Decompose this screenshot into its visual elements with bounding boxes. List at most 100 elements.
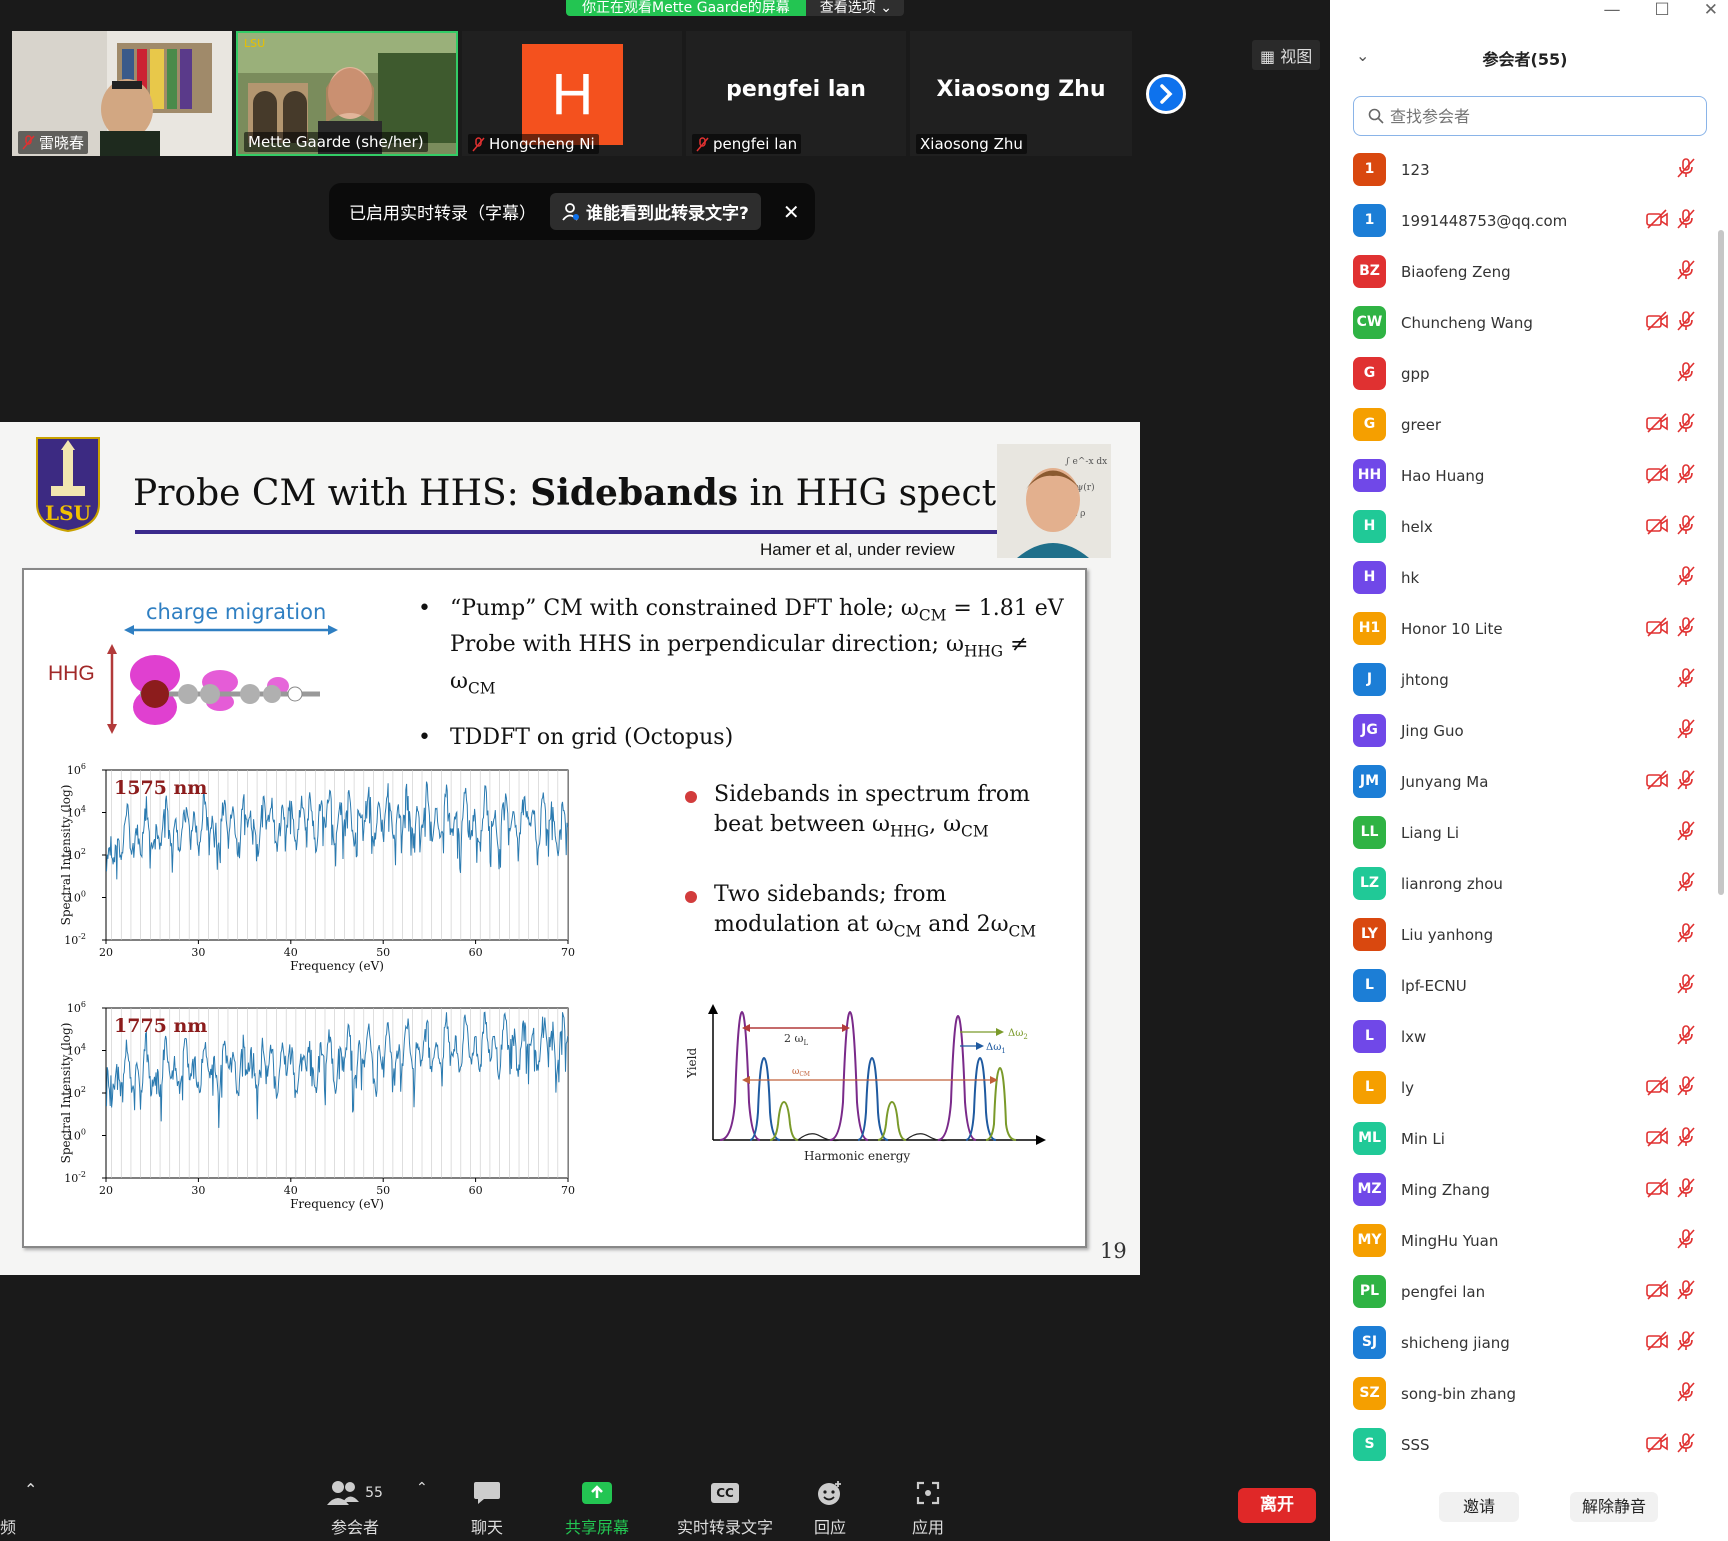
video-off-icon[interactable] <box>1646 1126 1668 1151</box>
video-tile[interactable]: LSU Mette Gaarde (she/her) <box>236 31 458 156</box>
video-off-icon[interactable] <box>1646 1279 1668 1304</box>
bullet-text: beat between ω <box>714 812 890 837</box>
participant-row[interactable]: ML Min Li <box>1330 1113 1728 1164</box>
mic-off-icon[interactable] <box>1676 1432 1696 1458</box>
participant-row[interactable]: SZ song-bin zhang <box>1330 1368 1728 1419</box>
participant-row[interactable]: MZ Ming Zhang <box>1330 1164 1728 1215</box>
video-tile[interactable]: pengfei lan pengfei lan <box>686 31 906 156</box>
close-icon[interactable]: ✕ <box>783 200 800 224</box>
mic-off-icon[interactable] <box>1676 718 1696 744</box>
svg-text:Δω1: Δω1 <box>986 1042 1006 1055</box>
mic-off-icon[interactable] <box>1676 1126 1696 1152</box>
video-tile[interactable]: 雷晓春 <box>12 31 232 156</box>
participant-row[interactable]: S SSS <box>1330 1419 1728 1470</box>
participant-row[interactable]: Ggreer <box>1330 399 1728 450</box>
apps-button[interactable]: 应用 <box>873 1476 983 1538</box>
who-can-see-button[interactable]: 谁能看到此转录文字? <box>550 193 761 230</box>
participant-row[interactable]: BZ Biaofeng Zeng <box>1330 246 1728 297</box>
view-options-button[interactable]: 查看选项 ⌄ <box>805 0 904 16</box>
video-off-icon[interactable] <box>1646 616 1668 641</box>
mic-off-icon[interactable] <box>1676 820 1696 846</box>
video-off-icon[interactable] <box>1646 310 1668 335</box>
participant-row[interactable]: LZ lianrong zhou <box>1330 858 1728 909</box>
toolbar-chevron-up-icon[interactable]: ⌃ <box>24 1480 37 1499</box>
mic-off-icon[interactable] <box>1676 1279 1696 1305</box>
live-transcript-button[interactable]: CC 实时转录文字 <box>660 1476 790 1538</box>
view-button[interactable]: ▦ 视图 <box>1252 40 1321 70</box>
unmute-me-button[interactable]: 解除静音 <box>1570 1492 1658 1522</box>
video-off-icon[interactable] <box>1646 769 1668 794</box>
participant-row[interactable]: Hhk <box>1330 552 1728 603</box>
close-window-icon[interactable]: ✕ <box>1704 0 1718 20</box>
mic-off-icon[interactable] <box>1676 973 1696 999</box>
leave-button[interactable]: 离开 <box>1238 1488 1316 1523</box>
video-off-icon[interactable] <box>1646 1330 1668 1355</box>
video-off-icon[interactable] <box>1646 1432 1668 1457</box>
mic-off-icon[interactable] <box>1676 157 1696 183</box>
mic-off-icon[interactable] <box>1676 412 1696 438</box>
mic-off-icon[interactable] <box>1676 1381 1696 1407</box>
mic-off-icon[interactable] <box>1676 769 1696 795</box>
participant-row[interactable]: 1 1991448753@qq.com <box>1330 195 1728 246</box>
video-off-icon[interactable] <box>1646 463 1668 488</box>
participant-search[interactable] <box>1353 96 1707 136</box>
reactions-button[interactable]: 回应 <box>775 1476 885 1538</box>
participant-row[interactable]: LL Liang Li <box>1330 807 1728 858</box>
mic-off-icon[interactable] <box>1676 1177 1696 1203</box>
mic-off-icon[interactable] <box>1676 259 1696 285</box>
participant-row[interactable]: Llpf-ECNU <box>1330 960 1728 1011</box>
search-input[interactable] <box>1390 106 1670 126</box>
mic-off-icon[interactable] <box>1676 208 1696 234</box>
mic-off-icon[interactable] <box>1676 361 1696 387</box>
mic-off-icon[interactable] <box>1676 922 1696 948</box>
video-off-icon[interactable] <box>1646 412 1668 437</box>
chat-button[interactable]: 聊天 <box>432 1476 542 1538</box>
participant-row[interactable]: MY MingHu Yuan <box>1330 1215 1728 1266</box>
video-off-icon[interactable] <box>1646 1075 1668 1100</box>
maximize-icon[interactable]: ☐ <box>1655 0 1670 20</box>
minimize-icon[interactable]: — <box>1604 0 1621 20</box>
participant-row[interactable]: CW Chuncheng Wang <box>1330 297 1728 348</box>
mic-off-icon[interactable] <box>1676 565 1696 591</box>
mic-off-icon[interactable] <box>1676 616 1696 642</box>
mic-off-icon[interactable] <box>1676 1075 1696 1101</box>
participant-row[interactable]: 1 123 <box>1330 144 1728 195</box>
video-off-icon[interactable] <box>1646 208 1668 233</box>
participant-row[interactable]: Ggpp <box>1330 348 1728 399</box>
share-screen-label: 共享屏幕 <box>564 1518 629 1537</box>
video-off-icon[interactable] <box>1646 514 1668 539</box>
participants-chevron-up-icon[interactable]: ⌃ <box>416 1480 428 1496</box>
video-off-icon[interactable] <box>1646 1177 1668 1202</box>
participant-avatar: LL <box>1353 816 1386 849</box>
mic-off-icon[interactable] <box>1676 1330 1696 1356</box>
participants-button[interactable]: 55 参会者 <box>300 1476 410 1538</box>
participant-row[interactable]: Lly <box>1330 1062 1728 1113</box>
participant-row[interactable]: PL pengfei lan <box>1330 1266 1728 1317</box>
mic-off-icon[interactable] <box>1676 871 1696 897</box>
video-tile[interactable]: H Hongcheng Ni <box>462 31 682 156</box>
participants-icon <box>327 1481 360 1505</box>
participant-row[interactable]: Jjhtong <box>1330 654 1728 705</box>
video-tile[interactable]: Xiaosong Zhu Xiaosong Zhu <box>910 31 1132 156</box>
participant-row[interactable]: JG Jing Guo <box>1330 705 1728 756</box>
next-page-button[interactable] <box>1146 74 1186 114</box>
participant-row[interactable]: Llxw <box>1330 1011 1728 1062</box>
invite-button[interactable]: 邀请 <box>1439 1492 1519 1522</box>
participant-name-tag: 雷晓春 <box>18 131 89 154</box>
participant-avatar: CW <box>1353 306 1386 339</box>
participant-name: Hao Huang <box>1401 466 1485 485</box>
mic-off-icon[interactable] <box>1676 667 1696 693</box>
participant-row[interactable]: HH Hao Huang <box>1330 450 1728 501</box>
share-screen-button[interactable]: 共享屏幕 <box>542 1476 652 1538</box>
participant-row[interactable]: SJ shicheng jiang <box>1330 1317 1728 1368</box>
participant-row[interactable]: LY Liu yanhong <box>1330 909 1728 960</box>
mic-off-icon[interactable] <box>1676 310 1696 336</box>
mic-off-icon[interactable] <box>1676 1024 1696 1050</box>
mic-off-icon[interactable] <box>1676 514 1696 540</box>
scrollbar[interactable] <box>1718 230 1724 895</box>
participant-row[interactable]: H1 Honor 10 Lite <box>1330 603 1728 654</box>
participant-row[interactable]: JM Junyang Ma <box>1330 756 1728 807</box>
mic-off-icon[interactable] <box>1676 463 1696 489</box>
mic-off-icon[interactable] <box>1676 1228 1696 1254</box>
participant-row[interactable]: Hhelx <box>1330 501 1728 552</box>
